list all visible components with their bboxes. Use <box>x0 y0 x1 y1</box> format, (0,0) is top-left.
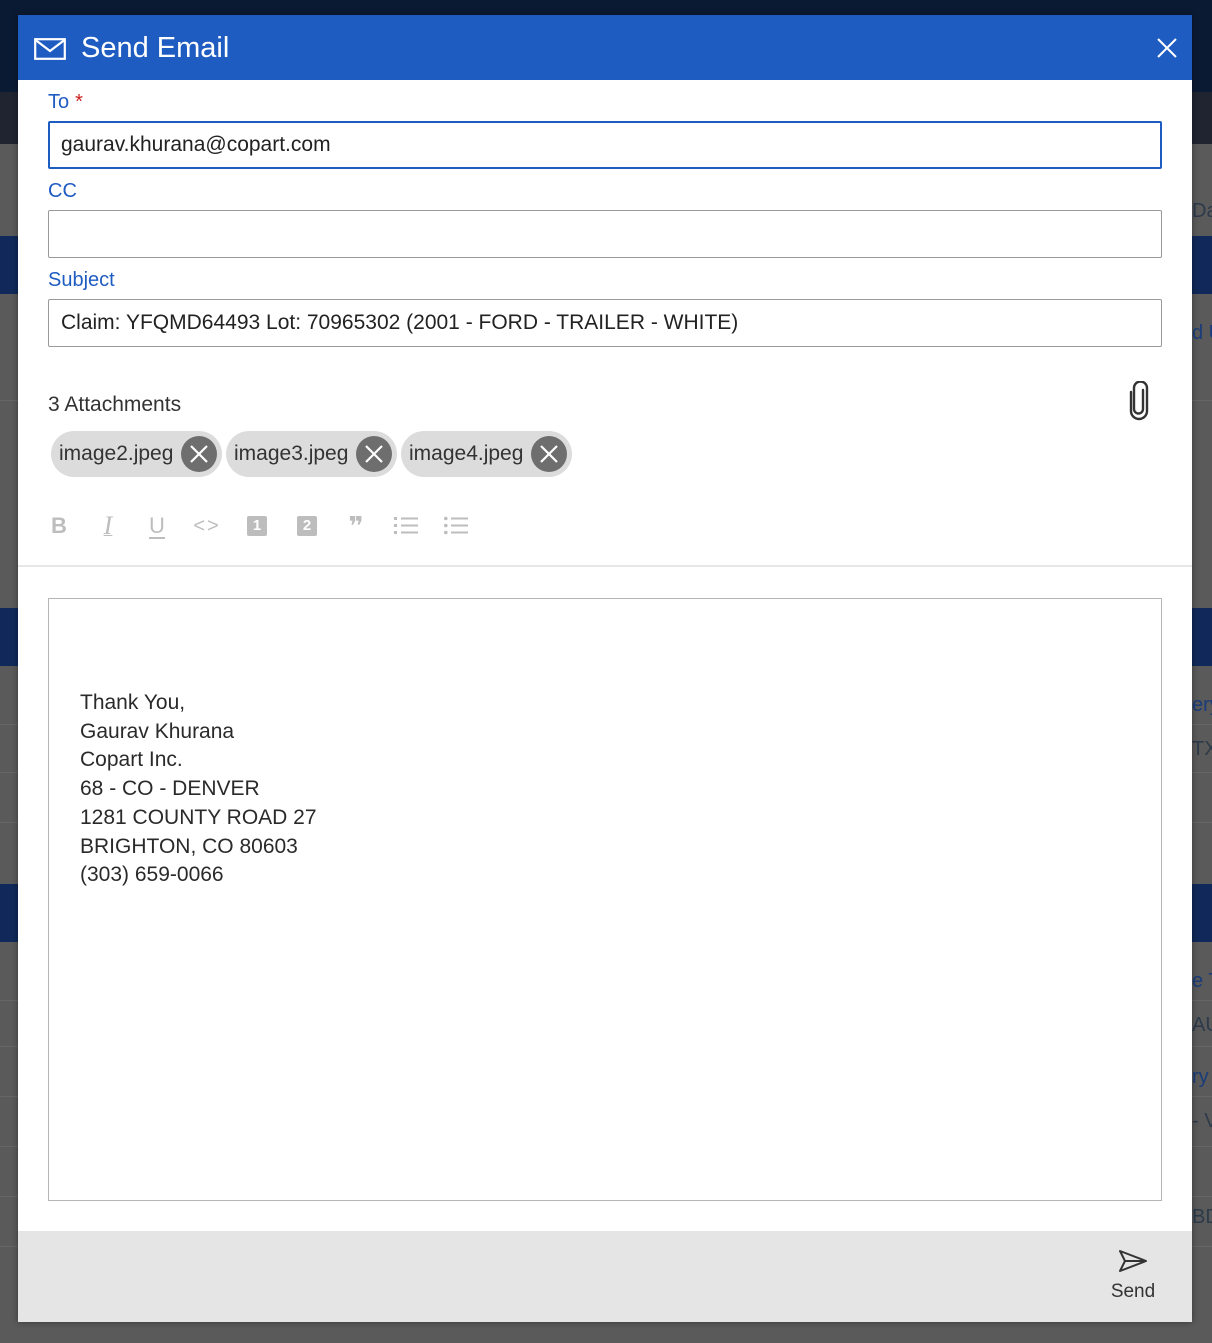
heading-two-icon: 2 <box>297 516 317 536</box>
background-text-fragment: ery <box>1192 694 1212 716</box>
attachment-chip: image2.jpeg <box>51 431 223 477</box>
remove-attachment-icon[interactable] <box>531 436 568 472</box>
attachment-chip: image4.jpeg <box>401 431 573 477</box>
send-icon <box>1119 1250 1147 1272</box>
close-icon[interactable] <box>1156 37 1178 59</box>
code-icon: <> <box>193 515 221 537</box>
dialog-header: Send Email <box>18 15 1192 80</box>
background-text-fragment: e T <box>1192 970 1212 992</box>
signature-line: Thank You, <box>80 691 186 714</box>
numbered-list-icon <box>394 517 418 534</box>
background-text-fragment: - V <box>1192 1110 1212 1132</box>
underline-button[interactable]: U <box>142 511 172 541</box>
background-text-fragment: Da <box>1192 200 1212 222</box>
bold-icon: B <box>51 513 67 538</box>
heading-two-button[interactable]: 2 <box>292 511 322 541</box>
heading-one-button[interactable]: 1 <box>242 511 272 541</box>
email-body-editor[interactable]: Thank You, Gaurav Khurana Copart Inc. 68… <box>48 598 1162 1201</box>
quote-icon: ❞ <box>348 511 364 541</box>
subject-field[interactable] <box>48 299 1162 347</box>
background-text-fragment: TX <box>1192 738 1212 760</box>
dialog-footer: Send <box>18 1231 1192 1322</box>
cc-label: CC <box>48 180 77 202</box>
heading-one-icon: 1 <box>247 516 267 536</box>
dialog-title: Send Email <box>81 32 230 64</box>
send-label: Send <box>1110 1281 1156 1302</box>
code-button[interactable]: <> <box>192 511 222 541</box>
background-text-fragment: d U <box>1192 322 1212 344</box>
background-text-fragment: ry <box>1192 1066 1209 1088</box>
bulleted-list-button[interactable] <box>441 511 471 541</box>
paperclip-icon[interactable] <box>1126 381 1152 421</box>
toolbar-divider <box>18 565 1192 567</box>
numbered-list-button[interactable] <box>391 511 421 541</box>
to-label-text: To <box>48 91 70 113</box>
attachment-count: 3 Attachments <box>48 393 182 416</box>
bold-button[interactable]: B <box>44 511 74 541</box>
signature-line: Copart Inc. <box>80 748 183 772</box>
to-label: To * <box>48 90 83 114</box>
underline-icon: U <box>149 513 165 538</box>
remove-attachment-icon[interactable] <box>356 436 393 472</box>
cc-field[interactable] <box>48 210 1162 258</box>
background-text-fragment: AU <box>1192 1014 1212 1036</box>
signature-line: (303) 659-0066 <box>80 863 224 887</box>
italic-icon: I <box>103 511 113 540</box>
attachment-chip: image3.jpeg <box>226 431 398 477</box>
attachment-name: image2.jpeg <box>59 442 174 465</box>
bulleted-list-icon <box>444 516 468 535</box>
send-button[interactable]: Send <box>1098 1249 1168 1313</box>
italic-button[interactable]: I <box>93 511 123 541</box>
mail-icon <box>34 38 66 60</box>
signature-block: Thank You, Gaurav Khurana Copart Inc. 68… <box>80 689 317 890</box>
signature-line: BRIGHTON, CO 80603 <box>80 834 298 858</box>
remove-attachment-icon[interactable] <box>181 436 218 472</box>
signature-line: Gaurav Khurana <box>80 719 235 743</box>
signature-line: 68 - CO - DENVER <box>80 777 260 801</box>
background-text-fragment: BD <box>1192 1206 1212 1228</box>
attachment-name: image3.jpeg <box>234 442 349 465</box>
send-email-dialog: Send Email To* CC Subject 3 Attachments … <box>18 15 1192 1322</box>
subject-label: Subject <box>48 269 115 291</box>
to-field[interactable] <box>48 121 1162 169</box>
block-quote-button[interactable]: ❞ <box>341 511 371 541</box>
required-marker: * <box>75 91 83 113</box>
signature-line: 1281 COUNTY ROAD 27 <box>80 805 317 829</box>
attachment-name: image4.jpeg <box>409 442 524 465</box>
